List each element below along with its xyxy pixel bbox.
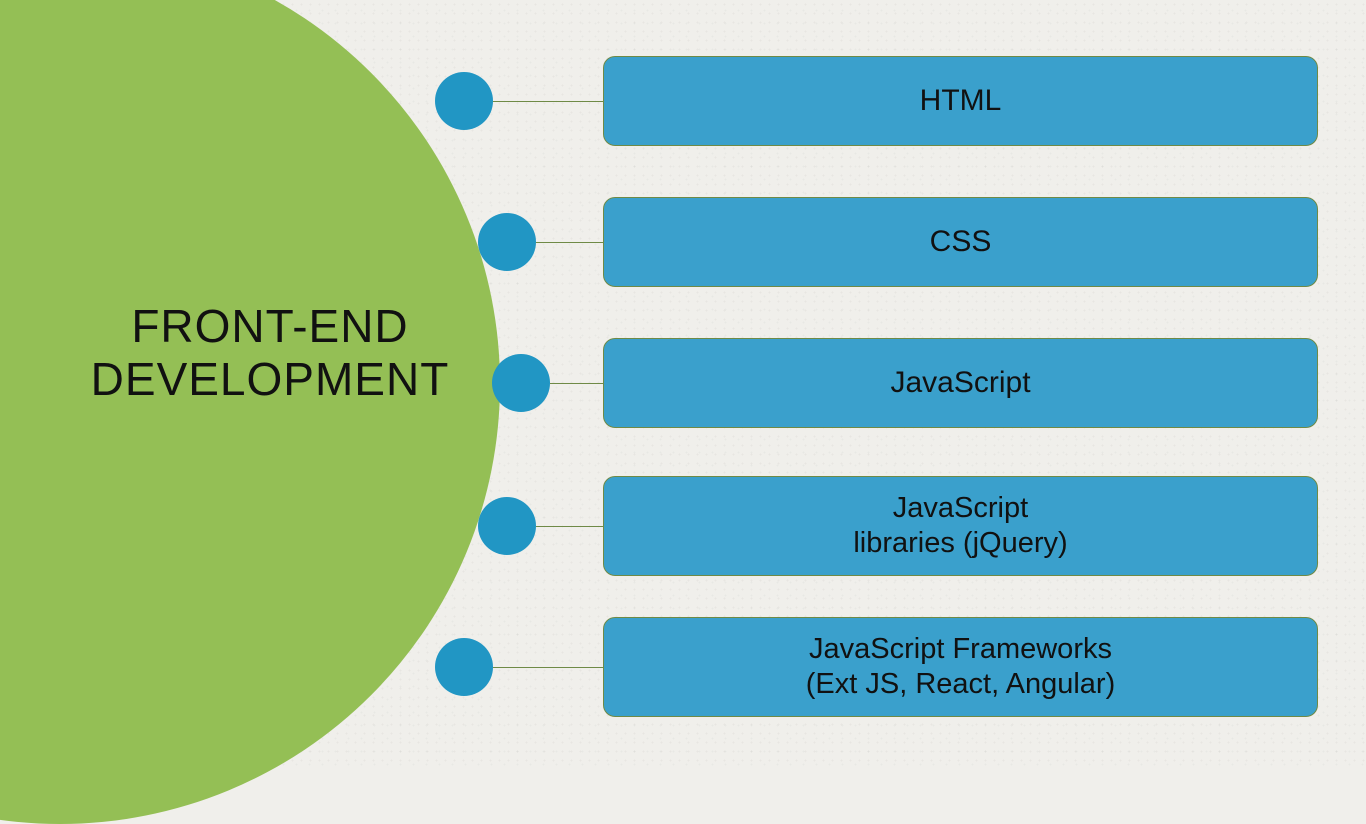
node-dot	[492, 354, 550, 412]
connector-line	[536, 242, 603, 243]
connector-line	[493, 667, 603, 668]
skill-label: JavaScript Frameworks(Ext JS, React, Ang…	[806, 632, 1115, 702]
title-line-1: FRONT-END	[131, 300, 408, 352]
main-circle	[0, 0, 500, 824]
connector-line	[550, 383, 603, 384]
node-dot	[435, 638, 493, 696]
diagram-title: FRONT-END DEVELOPMENT	[60, 300, 480, 406]
skill-box-js-frameworks: JavaScript Frameworks(Ext JS, React, Ang…	[603, 617, 1318, 717]
skill-label: JavaScript	[890, 365, 1030, 401]
connector-line	[493, 101, 603, 102]
skill-label: HTML	[920, 83, 1002, 119]
node-dot	[478, 497, 536, 555]
skill-box-css: CSS	[603, 197, 1318, 287]
node-dot	[435, 72, 493, 130]
skill-box-html: HTML	[603, 56, 1318, 146]
skill-label: JavaScriptlibraries (jQuery)	[853, 491, 1067, 561]
title-line-2: DEVELOPMENT	[91, 353, 450, 405]
skill-box-js-libraries: JavaScriptlibraries (jQuery)	[603, 476, 1318, 576]
skill-label: CSS	[930, 224, 992, 260]
node-dot	[478, 213, 536, 271]
diagram-stage: FRONT-END DEVELOPMENT HTML CSS JavaScrip…	[0, 0, 1366, 768]
skill-box-js: JavaScript	[603, 338, 1318, 428]
connector-line	[536, 526, 603, 527]
